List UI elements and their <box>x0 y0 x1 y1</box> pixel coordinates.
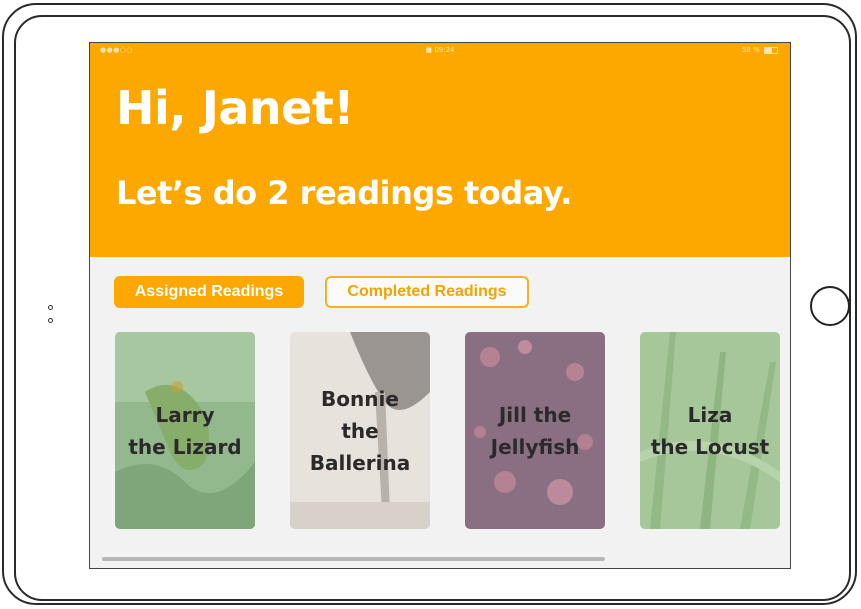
clock: 09:24 <box>434 46 455 54</box>
greeting-header: ●●●○○ ■ 09:24 58 % Hi, Janet! Let’s do 2… <box>90 43 790 257</box>
app-screen: ●●●○○ ■ 09:24 58 % Hi, Janet! Let’s do 2… <box>90 43 790 568</box>
reading-card-locust[interactable]: Liza the Locust <box>640 332 780 529</box>
reading-title: Bonnie the Ballerina <box>309 386 411 475</box>
reading-card-ballerina[interactable]: Bonnie the Ballerina <box>290 332 430 529</box>
battery-percent: 58 % <box>741 46 760 54</box>
reading-card-lizard[interactable]: Larry the Lizard <box>115 332 255 529</box>
tab-completed-readings[interactable]: Completed Readings <box>325 276 529 308</box>
reading-title: Liza the Locust <box>650 402 770 459</box>
camera-sensor-icon <box>48 305 53 310</box>
reading-card-jellyfish[interactable]: Jill the Jellyfish <box>465 332 605 529</box>
horizontal-scrollbar[interactable] <box>102 557 605 561</box>
greeting-subtitle: Let’s do 2 readings today. <box>116 174 572 212</box>
greeting-title: Hi, Janet! <box>116 81 354 135</box>
reading-title: Larry the Lizard <box>128 402 242 459</box>
status-time: ■ 09:24 <box>90 46 790 54</box>
reading-title: Jill the Jellyfish <box>490 402 580 459</box>
tab-assigned-readings[interactable]: Assigned Readings <box>114 276 304 308</box>
lock-icon: ■ <box>425 46 433 54</box>
camera-lens-icon <box>48 318 53 323</box>
battery-icon <box>764 46 778 54</box>
battery-status: 58 % <box>742 46 778 54</box>
home-button[interactable] <box>810 286 850 326</box>
status-bar: ●●●○○ ■ 09:24 58 % <box>90 43 790 59</box>
